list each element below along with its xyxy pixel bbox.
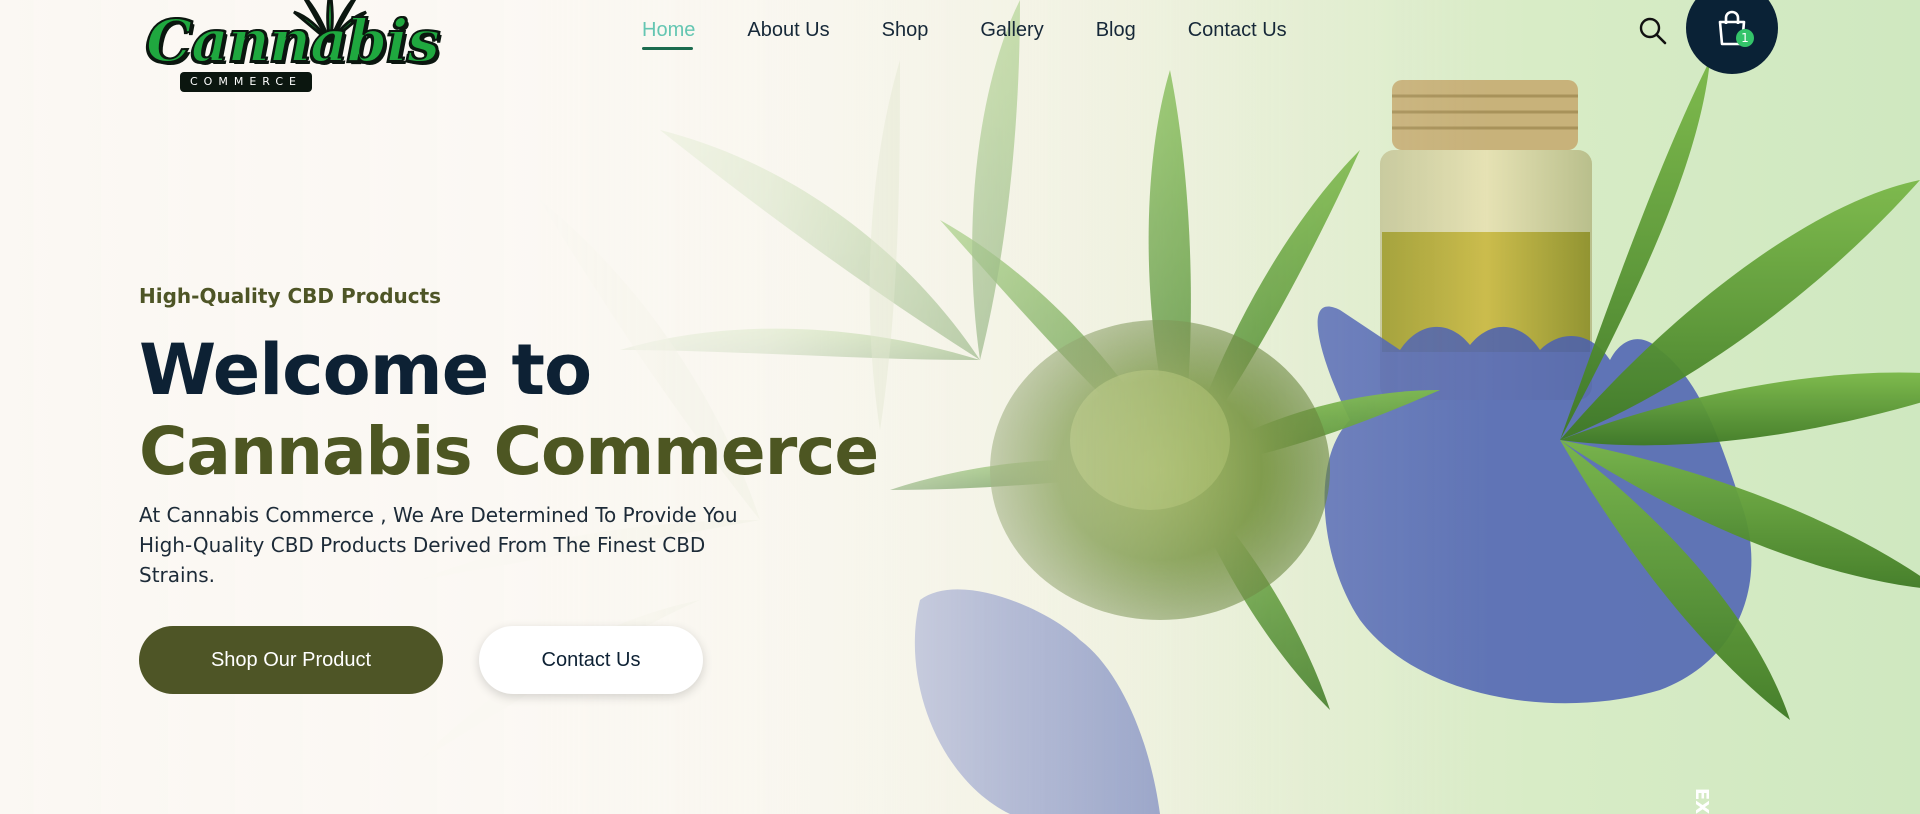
shop-our-product-button[interactable]: Shop Our Product [139,626,443,694]
contact-us-button[interactable]: Contact Us [479,626,703,694]
nav-item-blog[interactable]: Blog [1096,19,1136,50]
logo-wordmark: Cannabis [145,7,441,75]
nav-item-home[interactable]: Home [642,19,695,50]
search-icon [1639,17,1667,45]
hero-title-line-1: Welcome to [139,329,592,411]
main-navigation: Home About Us Shop Gallery Blog Contact … [642,19,1287,50]
cart-count-badge: 1 [1736,29,1754,47]
brand-logo[interactable]: Cannabis COMMERCE [140,0,441,96]
nav-item-contact-us[interactable]: Contact Us [1188,19,1287,50]
hero-description: At Cannabis Commerce , We Are Determined… [139,503,738,587]
nav-item-about-us[interactable]: About Us [747,19,829,50]
logo-tagline: COMMERCE [180,72,312,92]
nav-item-shop[interactable]: Shop [882,19,929,50]
hero-kicker: High-Quality CBD Products [139,284,442,308]
nav-item-gallery[interactable]: Gallery [980,19,1043,50]
vertical-side-label: EX [1691,788,1712,814]
search-button[interactable] [1638,16,1668,46]
hero-title-line-2: Cannabis Commerce [139,413,879,490]
